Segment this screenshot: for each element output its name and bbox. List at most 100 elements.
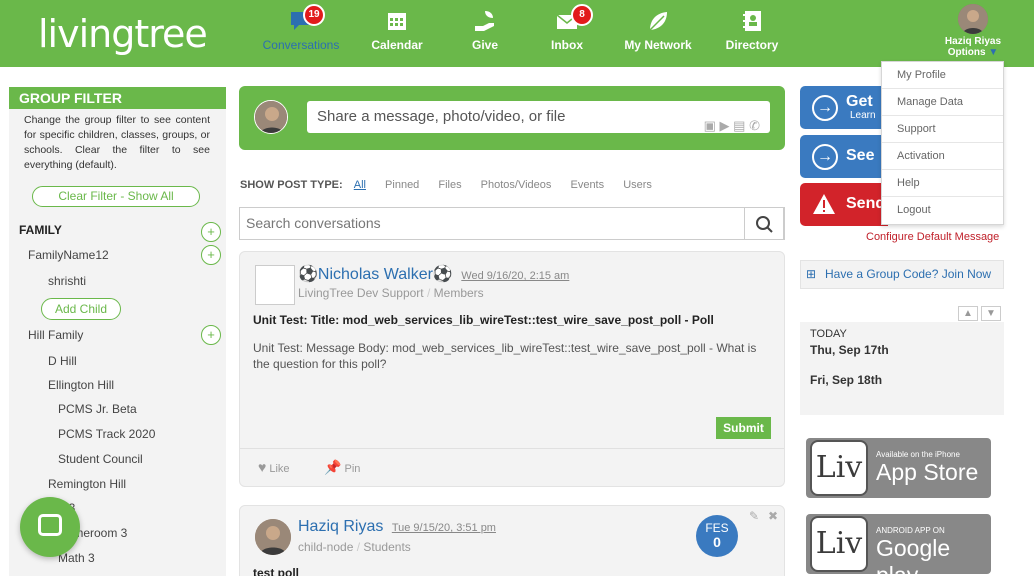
search-button[interactable] bbox=[744, 207, 784, 240]
file-icon[interactable]: ▤ bbox=[733, 118, 745, 133]
soccer-ball-icon: ⚽ bbox=[298, 266, 318, 283]
user-options-dropdown: My Profile Manage Data Support Activatio… bbox=[881, 61, 1004, 225]
post-title: test poll bbox=[253, 566, 300, 576]
post-author-name[interactable]: Haziq Riyas bbox=[298, 518, 383, 535]
livingtree-logo[interactable]: livingtree bbox=[38, 12, 208, 56]
heart-icon: ♥ bbox=[258, 459, 267, 475]
inbox-badge: 8 bbox=[571, 4, 593, 26]
post-date[interactable]: Tue 9/15/20, 3:51 pm bbox=[392, 522, 496, 534]
post-type-all[interactable]: All bbox=[354, 179, 366, 191]
tree-item-pcms-jr-beta[interactable]: PCMS Jr. Beta bbox=[58, 402, 137, 416]
configure-default-message-link[interactable]: Configure Default Message bbox=[866, 231, 999, 243]
post-date[interactable]: Wed 9/16/20, 2:15 am bbox=[461, 270, 569, 282]
calendar-day: Fri, Sep 18th bbox=[810, 373, 883, 387]
add-family-plus-icon[interactable]: + bbox=[201, 222, 221, 242]
post-group-line: LivingTree Dev Support / Members bbox=[298, 286, 484, 300]
google-play-badge[interactable]: Liv ANDROID APP ON Google play bbox=[806, 514, 991, 576]
share-box: Share a message, photo/video, or file ▣ … bbox=[239, 86, 785, 150]
post-type-events[interactable]: Events bbox=[570, 179, 604, 191]
like-button[interactable]: ♥ Like bbox=[258, 459, 290, 475]
post-type-filter: SHOW POST TYPE: All Pinned Files Photos/… bbox=[240, 179, 652, 191]
nav-give[interactable]: Give bbox=[440, 8, 530, 52]
share-user-avatar bbox=[254, 100, 288, 134]
group-code-link[interactable]: ⊞ Have a Group Code? Join Now bbox=[800, 260, 1004, 289]
menu-manage-data[interactable]: Manage Data bbox=[882, 89, 1003, 116]
tree-item-remington-hill[interactable]: Remington Hill bbox=[48, 477, 126, 491]
options-label: Options ▼ bbox=[947, 47, 999, 58]
tree-item-d-hill[interactable]: D Hill bbox=[48, 354, 77, 368]
fes-badge[interactable]: FES 0 bbox=[696, 515, 738, 557]
phone-icon[interactable]: ✆ bbox=[749, 118, 760, 133]
share-message-input[interactable]: Share a message, photo/video, or file ▣ … bbox=[307, 101, 770, 133]
camera-icon[interactable]: ▣ bbox=[704, 118, 716, 133]
nav-calendar[interactable]: Calendar bbox=[352, 8, 442, 52]
poll-submit-button[interactable]: Submit bbox=[716, 417, 771, 439]
send-alert-button[interactable]: Send bbox=[800, 183, 888, 226]
nav-conversations[interactable]: Conversations 19 bbox=[256, 4, 346, 52]
calendar-day: Thu, Sep 17th bbox=[810, 343, 889, 357]
chat-icon bbox=[38, 514, 62, 536]
top-navigation-bar: livingtree Conversations 19 Calendar Giv… bbox=[0, 0, 1034, 67]
tree-item-shrishti[interactable]: shrishti bbox=[48, 274, 86, 288]
calendar-down-arrow[interactable]: ▼ bbox=[981, 306, 1001, 321]
calendar-up-arrow[interactable]: ▲ bbox=[958, 306, 978, 321]
tree-item-ellington-hill[interactable]: Ellington Hill bbox=[48, 378, 114, 392]
today-label: TODAY bbox=[810, 328, 847, 340]
clear-filter-button[interactable]: Clear Filter - Show All bbox=[32, 186, 200, 207]
family-heading: FAMILY bbox=[19, 223, 62, 237]
tree-item-student-council[interactable]: Student Council bbox=[58, 452, 143, 466]
close-icon[interactable]: ✖ bbox=[768, 509, 778, 523]
user-name: Haziq Riyas bbox=[944, 36, 1002, 47]
post-group-line: child-node / Students bbox=[298, 540, 411, 554]
directory-icon bbox=[743, 11, 761, 31]
tree-item-pcms-track[interactable]: PCMS Track 2020 bbox=[58, 427, 155, 441]
pin-icon: 📌 bbox=[324, 459, 342, 475]
nav-my-network[interactable]: My Network bbox=[613, 8, 703, 52]
post-author-name[interactable]: Nicholas Walker bbox=[318, 266, 433, 283]
get-started-button[interactable]: → Get Learn bbox=[800, 86, 888, 129]
calendar-icon bbox=[388, 13, 406, 30]
search-input[interactable]: Search conversations bbox=[246, 208, 381, 239]
add-hill-member-plus-icon[interactable]: + bbox=[201, 325, 221, 345]
post-type-photos-videos[interactable]: Photos/Videos bbox=[481, 179, 552, 191]
post-card: ⚽Nicholas Walker⚽ Wed 9/16/20, 2:15 am L… bbox=[239, 251, 785, 487]
sitemap-icon: ⊞ bbox=[806, 267, 817, 281]
post-card: Haziq Riyas Tue 9/15/20, 3:51 pm child-n… bbox=[239, 505, 785, 576]
arrow-right-icon: → bbox=[812, 144, 838, 170]
network-leaf-icon bbox=[649, 12, 667, 31]
nav-directory[interactable]: Directory bbox=[707, 8, 797, 52]
add-child-button[interactable]: Add Child bbox=[41, 298, 121, 320]
menu-help[interactable]: Help bbox=[882, 170, 1003, 197]
menu-my-profile[interactable]: My Profile bbox=[882, 62, 1003, 89]
tree-item-familyname12[interactable]: FamilyName12 bbox=[28, 248, 109, 262]
post-title: Unit Test: Title: mod_web_services_lib_w… bbox=[253, 313, 714, 327]
pin-button[interactable]: 📌 Pin bbox=[324, 459, 360, 476]
user-menu-toggle[interactable]: Haziq Riyas Options ▼ bbox=[938, 4, 1008, 58]
group-filter-description: Change the group filter to see content f… bbox=[24, 114, 210, 171]
menu-logout[interactable]: Logout bbox=[882, 197, 1003, 224]
attachment-tools: ▣ ▶ ▤ ✆ bbox=[704, 110, 760, 142]
warning-icon bbox=[813, 194, 835, 214]
nav-inbox[interactable]: Inbox 8 bbox=[522, 4, 612, 52]
menu-activation[interactable]: Activation bbox=[882, 143, 1003, 170]
post-type-pinned[interactable]: Pinned bbox=[385, 179, 419, 191]
app-store-badge[interactable]: Liv Available on the iPhone App Store bbox=[806, 438, 991, 498]
post-type-files[interactable]: Files bbox=[438, 179, 461, 191]
menu-support[interactable]: Support bbox=[882, 116, 1003, 143]
post-type-users[interactable]: Users bbox=[623, 179, 652, 191]
post-author-line: Haziq Riyas Tue 9/15/20, 3:51 pm bbox=[298, 518, 496, 536]
video-icon[interactable]: ▶ bbox=[720, 118, 730, 133]
post-author-avatar bbox=[255, 265, 295, 305]
post-body: Unit Test: Message Body: mod_web_service… bbox=[253, 341, 757, 371]
liv-app-icon: Liv bbox=[810, 440, 868, 496]
see-button[interactable]: → See bbox=[800, 135, 888, 178]
arrow-right-icon: → bbox=[812, 95, 838, 121]
tree-item-hill-family[interactable]: Hill Family bbox=[28, 328, 83, 342]
post-author-line: ⚽Nicholas Walker⚽ Wed 9/16/20, 2:15 am bbox=[298, 264, 569, 284]
upcoming-calendar: TODAY Thu, Sep 17th Fri, Sep 18th bbox=[800, 322, 1004, 415]
edit-pencil-icon[interactable]: ✎ bbox=[749, 509, 759, 523]
post-author-avatar bbox=[255, 519, 291, 555]
chat-widget-button[interactable] bbox=[20, 497, 80, 557]
search-icon bbox=[756, 216, 773, 233]
add-member-plus-icon[interactable]: + bbox=[201, 245, 221, 265]
